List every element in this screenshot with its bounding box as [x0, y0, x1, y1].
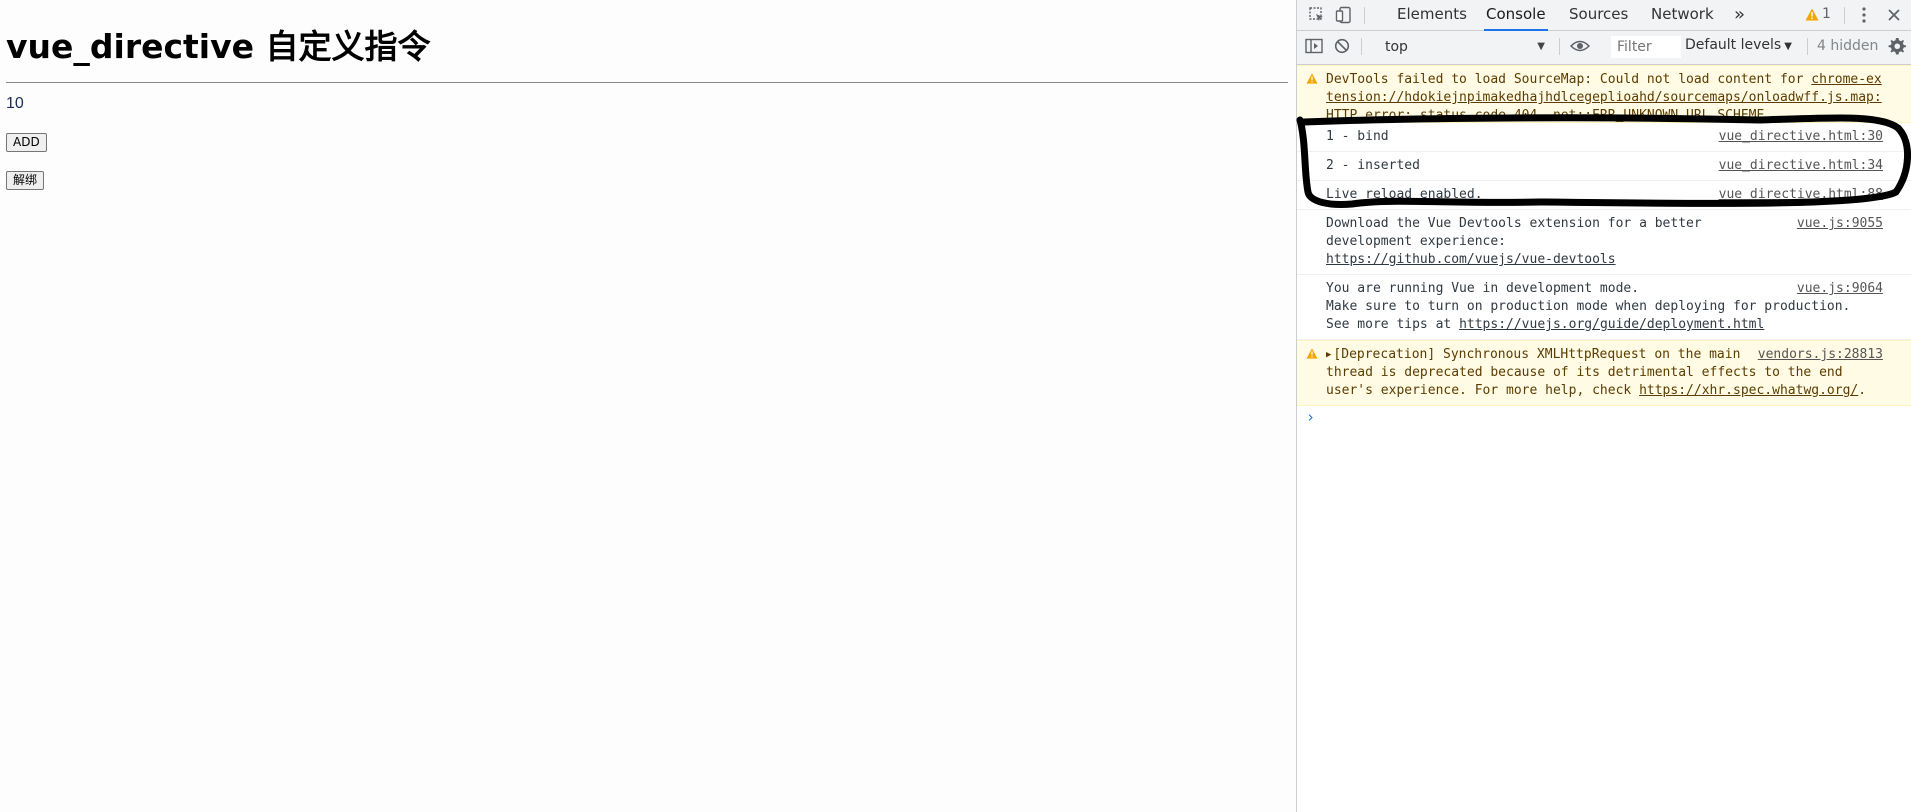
tab-sources[interactable]: Sources: [1569, 0, 1628, 31]
device-toolbar-icon[interactable]: [1333, 4, 1355, 26]
close-icon[interactable]: [1883, 4, 1905, 26]
log-levels-label: Default levels: [1685, 37, 1782, 53]
tab-console[interactable]: Console: [1484, 0, 1548, 31]
page-title: vue_directive 自定义指令: [6, 27, 431, 66]
counter-value: 10: [6, 95, 24, 112]
console-settings-gear-icon[interactable]: [1886, 35, 1908, 57]
source-link[interactable]: vue_directive.html:34: [1719, 157, 1883, 175]
message-text: Live reload enabled.: [1326, 187, 1483, 202]
clear-console-icon[interactable]: [1331, 35, 1353, 57]
separator: [1807, 38, 1808, 55]
source-link[interactable]: vendors.js:28813: [1758, 346, 1883, 364]
console-log-inserted: vue_directive.html:34 2 - inserted: [1297, 152, 1911, 181]
kebab-menu-icon[interactable]: [1853, 4, 1875, 26]
console-prompt[interactable]: ›: [1297, 406, 1911, 428]
source-link[interactable]: vue.js:9064: [1797, 280, 1883, 298]
message-text: 1 - bind: [1326, 129, 1389, 144]
warning-counter[interactable]: 1: [1805, 6, 1831, 22]
tab-elements[interactable]: Elements: [1397, 0, 1467, 31]
source-link[interactable]: vue.js:9055: [1797, 215, 1883, 233]
separator: [1361, 38, 1362, 55]
source-link[interactable]: vue_directive.html:88: [1719, 186, 1883, 204]
tab-network[interactable]: Network: [1651, 0, 1714, 31]
message-text: 2 - inserted: [1326, 158, 1420, 173]
hidden-count: 4 hidden: [1817, 38, 1879, 54]
console-log-bind: vue_directive.html:30 1 - bind: [1297, 123, 1911, 152]
message-text: Download the Vue Devtools extension for …: [1326, 216, 1710, 249]
sidebar-toggle-icon[interactable]: [1303, 35, 1325, 57]
message-link[interactable]: https://xhr.spec.whatwg.org/: [1639, 383, 1858, 398]
unbind-button[interactable]: 解绑: [6, 171, 45, 190]
filter-input[interactable]: [1611, 36, 1681, 58]
console-toolbar: top ▼ Default levels▼ 4 hidden: [1297, 31, 1911, 65]
more-tabs-icon[interactable]: »: [1734, 0, 1745, 31]
console-log-vue-devtools: vue.js:9055 Download the Vue Devtools ex…: [1297, 210, 1911, 275]
separator: [1559, 38, 1560, 55]
expand-triangle-icon[interactable]: ▶: [1326, 350, 1331, 360]
log-levels-dropdown[interactable]: Default levels ▼: [1685, 37, 1792, 53]
message-text-tail: .: [1858, 383, 1867, 398]
context-select[interactable]: top ▼: [1381, 36, 1549, 58]
source-link[interactable]: vue_directive.html:30: [1719, 128, 1883, 146]
inspect-element-icon[interactable]: [1306, 4, 1328, 26]
console-log-dev-mode: vue.js:9064 You are running Vue in devel…: [1297, 275, 1911, 340]
page-content: vue_directive 自定义指令 10 ADD 解绑: [0, 0, 1296, 812]
warning-icon: [1805, 8, 1819, 20]
prompt-chevron-icon: ›: [1306, 408, 1316, 426]
context-value: top: [1385, 39, 1408, 55]
devtools-tabbar: Elements Console Sources Network » 1: [1297, 0, 1911, 31]
separator: [1844, 7, 1845, 24]
message-link[interactable]: https://github.com/vuejs/vue-devtools: [1326, 252, 1616, 267]
add-button[interactable]: ADD: [6, 133, 47, 152]
separator: [1364, 7, 1365, 24]
live-expression-eye-icon[interactable]: [1569, 35, 1591, 57]
dropdown-arrow-icon: ▼: [1784, 41, 1792, 52]
message-text: DevTools failed to load SourceMap: Could…: [1326, 72, 1812, 87]
console-messages: DevTools failed to load SourceMap: Could…: [1297, 65, 1911, 428]
warning-count: 1: [1822, 6, 1831, 22]
devtools-panel: Elements Console Sources Network » 1 top…: [1296, 0, 1911, 812]
horizontal-rule: [6, 82, 1288, 83]
console-warning-sourcemap: DevTools failed to load SourceMap: Could…: [1297, 65, 1911, 123]
warning-icon: [1306, 347, 1318, 365]
warning-icon: [1306, 72, 1318, 90]
console-log-live-reload: vue_directive.html:88 Live reload enable…: [1297, 181, 1911, 210]
dropdown-arrow-icon: ▼: [1537, 41, 1545, 52]
console-warning-deprecation: vendors.js:28813 ▶ [Deprecation] Synchron…: [1297, 340, 1911, 406]
message-link[interactable]: https://vuejs.org/guide/deployment.html: [1459, 317, 1764, 332]
